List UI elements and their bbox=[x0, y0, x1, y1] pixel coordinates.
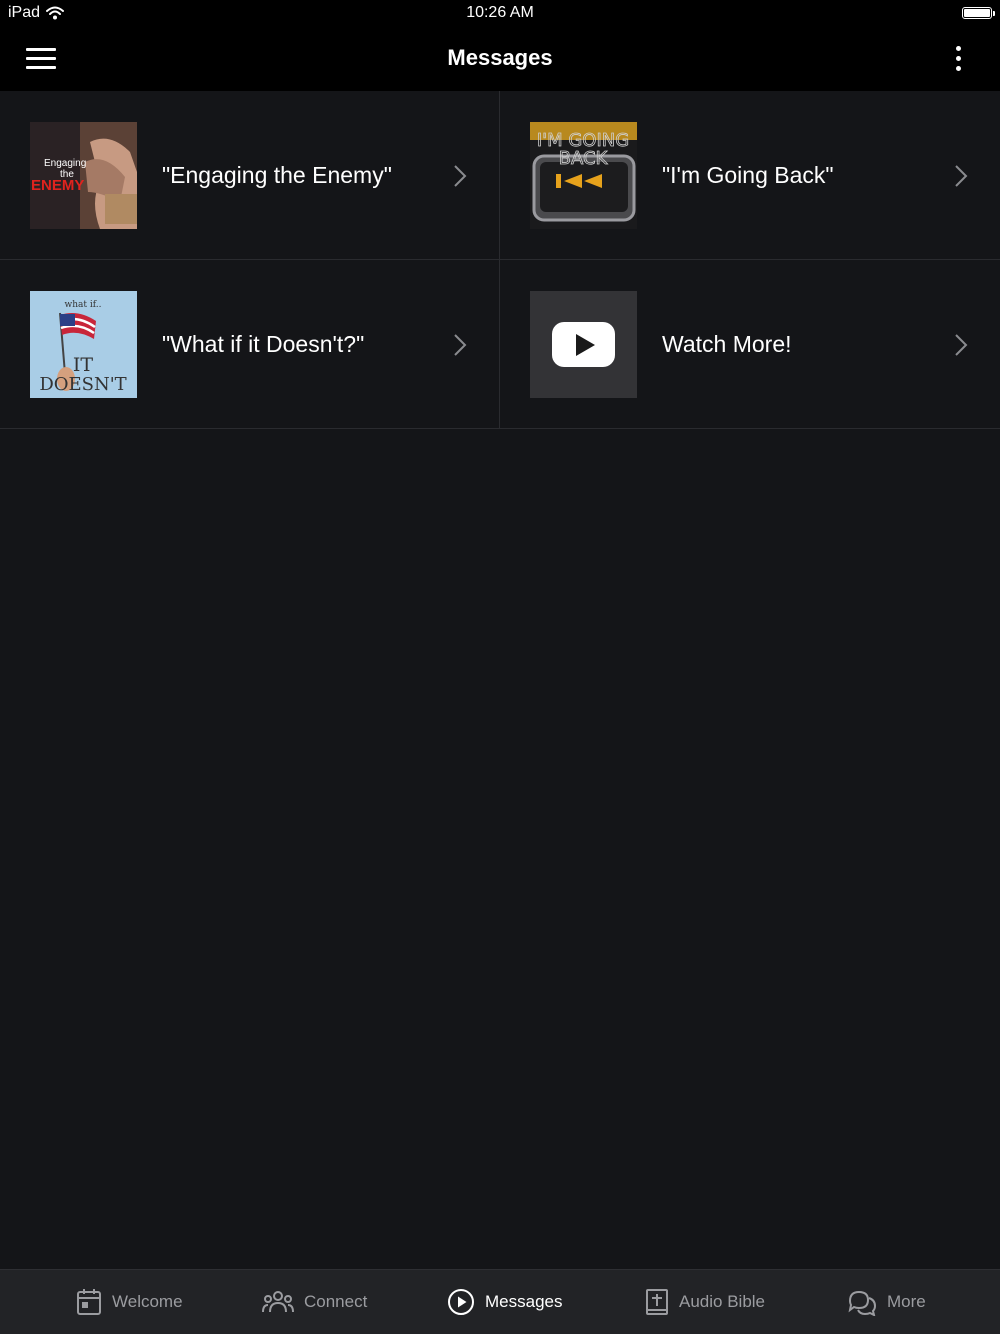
page-title: Messages bbox=[447, 45, 553, 70]
thumb-text: BACK bbox=[559, 148, 609, 169]
message-title: "I'm Going Back" bbox=[662, 162, 834, 188]
bible-icon bbox=[646, 1289, 668, 1315]
play-circle-icon bbox=[448, 1289, 474, 1315]
people-icon bbox=[262, 1291, 294, 1313]
youtube-play-icon bbox=[530, 291, 637, 398]
tab-more[interactable]: More bbox=[847, 1270, 926, 1334]
message-title: "Engaging the Enemy" bbox=[162, 162, 392, 188]
tab-label: More bbox=[887, 1292, 926, 1311]
tab-label: Messages bbox=[485, 1292, 563, 1311]
message-thumbnail: Engaging the ENEMY bbox=[30, 122, 137, 229]
tab-messages[interactable]: Messages bbox=[447, 1270, 562, 1334]
message-title: Watch More! bbox=[662, 331, 792, 357]
chevron-right-icon bbox=[955, 165, 968, 187]
battery-icon bbox=[962, 7, 995, 19]
status-time: 10:26 AM bbox=[466, 4, 534, 21]
calendar-icon bbox=[77, 1289, 101, 1315]
thumb-text: DOESN'T bbox=[39, 374, 126, 395]
tab-label: Audio Bible bbox=[679, 1292, 766, 1311]
message-item-engaging-the-enemy[interactable]: Engaging the ENEMY "Engaging the Enemy" bbox=[0, 91, 500, 260]
chat-bubbles-icon bbox=[848, 1290, 877, 1316]
tab-label: Connect bbox=[304, 1292, 368, 1311]
thumb-text: ENEMY bbox=[31, 177, 84, 194]
navigation-bar: Messages bbox=[0, 28, 1000, 91]
status-bar: iPad 10:26 AM bbox=[0, 0, 1000, 28]
chevron-right-icon bbox=[454, 334, 467, 356]
tab-bar: Welcome Connect Messages Audio Bible Mor… bbox=[0, 1269, 1000, 1334]
thumb-text: IT bbox=[73, 354, 94, 376]
tab-welcome[interactable]: Welcome bbox=[76, 1270, 183, 1334]
message-thumbnail: I'M GOING BACK bbox=[530, 122, 637, 229]
message-title: "What if it Doesn't?" bbox=[162, 331, 365, 357]
thumb-text: what if.. bbox=[65, 300, 102, 310]
message-thumbnail: what if.. IT DOESN'T bbox=[30, 291, 137, 398]
message-item-what-if-it-doesnt[interactable]: what if.. IT DOESN'T "What if it Doesn't… bbox=[0, 260, 500, 429]
message-item-im-going-back[interactable]: I'M GOING BACK "I'm Going Back" bbox=[500, 91, 1000, 260]
tab-label: Welcome bbox=[112, 1292, 183, 1311]
message-item-watch-more[interactable]: Watch More! bbox=[500, 260, 1000, 429]
chevron-right-icon bbox=[454, 165, 467, 187]
tab-audio-bible[interactable]: Audio Bible bbox=[645, 1270, 765, 1334]
tab-connect[interactable]: Connect bbox=[262, 1270, 367, 1334]
thumb-text: Engaging bbox=[44, 158, 86, 169]
vertical-dots-icon[interactable] bbox=[946, 44, 970, 74]
chevron-right-icon bbox=[955, 334, 968, 356]
